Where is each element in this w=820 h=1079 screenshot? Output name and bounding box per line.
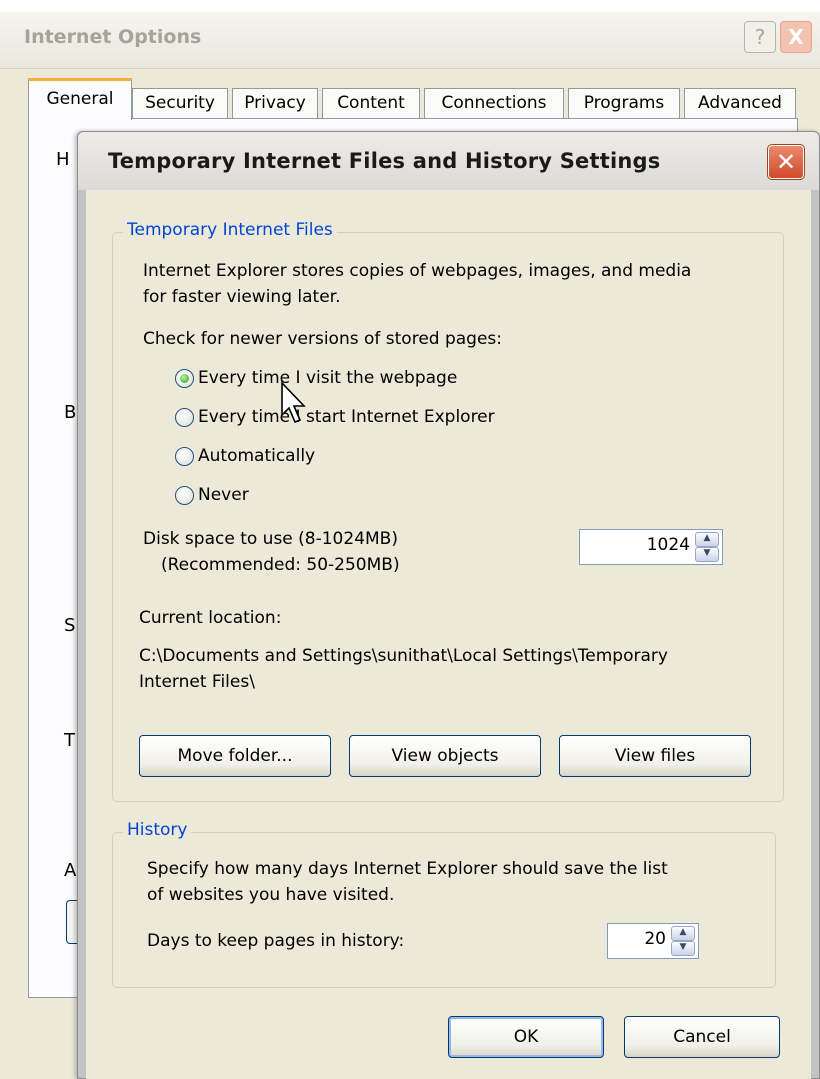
dialog-body: Temporary Internet Files Internet Explor… <box>86 190 811 1079</box>
view-objects-button[interactable]: View objects <box>349 735 541 777</box>
ok-button[interactable]: OK <box>448 1016 604 1058</box>
dialog-title: Temporary Internet Files and History Set… <box>108 149 661 173</box>
radio-automatically[interactable]: Automatically <box>175 443 315 469</box>
close-button[interactable]: X <box>780 21 812 53</box>
radio-button-selected[interactable] <box>175 368 194 388</box>
radio-button[interactable] <box>175 446 194 466</box>
temp-files-description-line2: for faster viewing later. <box>143 287 341 307</box>
obscured-heading-t: T <box>64 730 75 751</box>
radio-dot <box>180 373 189 383</box>
temp-files-legend: Temporary Internet Files <box>123 220 337 240</box>
history-description-line1: Specify how many days Internet Explorer … <box>147 859 668 879</box>
move-folder-button[interactable]: Move folder... <box>139 735 331 777</box>
tab-security[interactable]: Security <box>132 88 228 118</box>
current-location-label: Current location: <box>139 608 282 628</box>
disk-space-recommended: (Recommended: 50-250MB) <box>161 555 400 575</box>
history-legend: History <box>123 820 192 840</box>
radio-button[interactable] <box>175 407 194 427</box>
check-newer-label: Check for newer versions of stored pages… <box>143 329 503 349</box>
dialog-titlebar: Temporary Internet Files and History Set… <box>78 132 819 190</box>
dialog-close-button[interactable]: ✕ <box>767 144 805 180</box>
radio-label: Every time I visit the webpage <box>198 368 458 388</box>
obscured-heading-s: S <box>64 615 76 636</box>
current-location-path-line2: Internet Files\ <box>139 672 255 692</box>
radio-never[interactable]: Never <box>175 482 249 508</box>
temp-files-description-line1: Internet Explorer stores copies of webpa… <box>143 261 692 281</box>
spin-down-icon[interactable]: ▼ <box>671 941 695 956</box>
obscured-heading-h: H <box>56 149 70 170</box>
tab-content[interactable]: Content <box>322 88 420 118</box>
tab-privacy[interactable]: Privacy <box>232 88 318 118</box>
spinner-buttons: ▲ ▼ <box>671 926 695 956</box>
disk-space-value[interactable]: 1024 <box>647 535 690 555</box>
spin-up-icon[interactable]: ▲ <box>671 926 695 941</box>
radio-button[interactable] <box>175 485 194 505</box>
tab-programs[interactable]: Programs <box>568 88 680 118</box>
cancel-button[interactable]: Cancel <box>624 1016 780 1058</box>
temp-files-history-dialog: Temporary Internet Files and History Set… <box>77 131 820 1079</box>
temp-files-group: Temporary Internet Files Internet Explor… <box>112 220 784 802</box>
mouse-cursor-icon <box>281 381 306 424</box>
history-days-value[interactable]: 20 <box>644 929 666 949</box>
obscured-heading-b: B <box>64 402 77 423</box>
radio-every-visit[interactable]: Every time I visit the webpage <box>175 365 457 391</box>
tab-advanced[interactable]: Advanced <box>684 88 796 118</box>
spinner-buttons: ▲ ▼ <box>695 532 719 562</box>
spin-up-icon[interactable]: ▲ <box>695 532 719 547</box>
days-to-keep-label: Days to keep pages in history: <box>147 931 405 951</box>
internet-options-titlebar: Internet Options ? X <box>0 12 820 69</box>
tab-general[interactable]: General <box>28 78 132 120</box>
internet-options-title: Internet Options <box>24 26 202 48</box>
radio-label: Every time I start Internet Explorer <box>198 407 495 427</box>
tab-connections[interactable]: Connections <box>424 88 564 118</box>
history-group: History Specify how many days Internet E… <box>112 820 776 988</box>
history-days-spinner[interactable]: 20 ▲ ▼ <box>607 923 699 959</box>
spin-down-icon[interactable]: ▼ <box>695 547 719 562</box>
help-button[interactable]: ? <box>744 21 776 53</box>
disk-space-spinner[interactable]: 1024 ▲ ▼ <box>579 529 723 565</box>
radio-label: Automatically <box>198 446 316 466</box>
radio-label: Never <box>198 485 249 505</box>
radio-every-start[interactable]: Every time I start Internet Explorer <box>175 404 495 430</box>
history-description-line2: of websites you have visited. <box>147 885 395 905</box>
obscured-heading-a: A <box>64 860 77 881</box>
disk-space-label: Disk space to use (8-1024MB) <box>143 529 398 549</box>
current-location-path-line1: C:\Documents and Settings\sunithat\Local… <box>139 646 668 666</box>
view-files-button[interactable]: View files <box>559 735 751 777</box>
